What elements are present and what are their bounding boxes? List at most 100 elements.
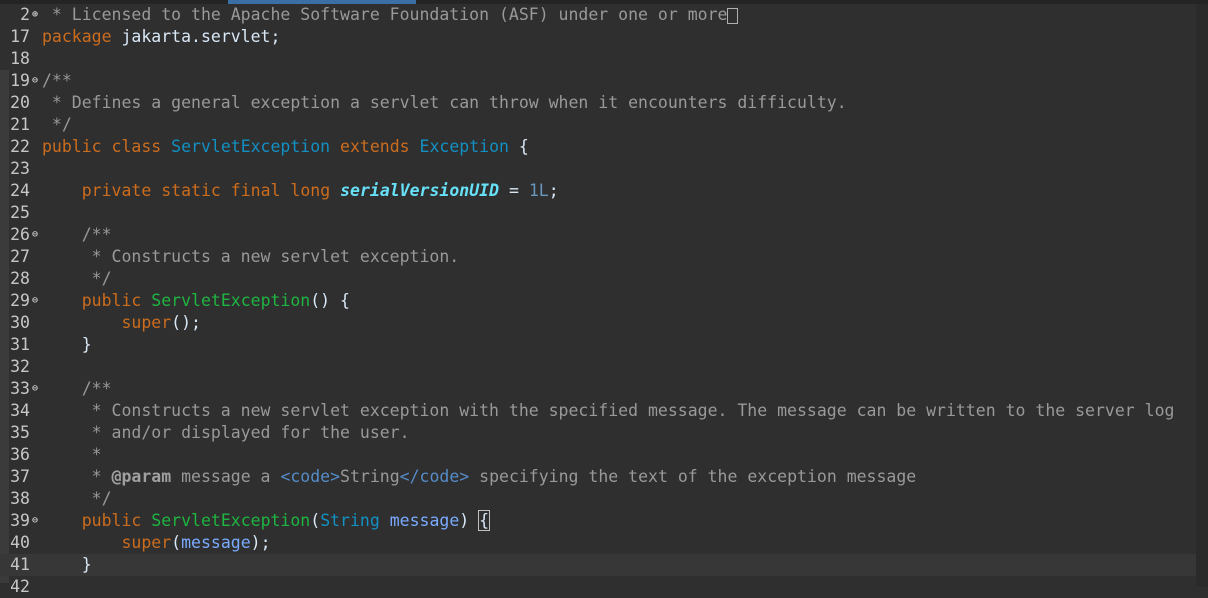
code-line[interactable]: 17 package jakarta.servlet;	[0, 26, 1196, 48]
code-token: public	[81, 291, 142, 310]
code-token: () {	[310, 291, 350, 310]
code-line[interactable]: 25	[0, 202, 1196, 224]
code-line[interactable]: 23	[0, 158, 1196, 180]
code-token: */	[42, 269, 112, 288]
code-token: * Defines a general exception a servlet …	[42, 93, 847, 112]
line-number: 35	[10, 423, 30, 442]
line-number: 41	[10, 555, 30, 574]
code-line[interactable]: 20 * Defines a general exception a servl…	[0, 92, 1196, 114]
code-line[interactable]: 19 ⊖/**	[0, 70, 1196, 92]
code-token: )	[459, 511, 480, 530]
code-line[interactable]: 18	[0, 48, 1196, 70]
code-token: }	[42, 555, 92, 574]
code-token: String	[320, 511, 380, 530]
code-text: public ServletException() {	[42, 290, 350, 312]
code-line[interactable]: 29 ⊖ public ServletException() {	[0, 290, 1196, 312]
code-token: String	[340, 467, 400, 486]
code-line[interactable]: 35 * and/or displayed for the user.	[0, 422, 1196, 444]
expand-fold-icon[interactable]: ⊕	[30, 4, 40, 26]
code-token: specifying the text of the exception mes…	[469, 467, 917, 486]
code-text: * and/or displayed for the user.	[42, 422, 410, 444]
code-line[interactable]: 2 ⊕ * Licensed to the Apache Software Fou…	[0, 4, 1196, 26]
line-number: 37	[10, 467, 30, 486]
code-token: jakarta.servlet;	[111, 27, 281, 46]
code-token: (	[171, 533, 182, 552]
code-line[interactable]: 26 ⊖ /**	[0, 224, 1196, 246]
code-line[interactable]: 40 super(message);	[0, 532, 1196, 554]
code-token: *	[42, 445, 102, 464]
code-text: /**	[42, 70, 72, 92]
line-number: 18	[10, 49, 30, 68]
code-line[interactable]: 36 *	[0, 444, 1196, 466]
code-token: ServletException	[151, 511, 311, 530]
code-text: }	[42, 334, 92, 356]
line-number: 39	[10, 511, 30, 530]
code-text: super(message);	[42, 532, 270, 554]
code-line[interactable]: 27 * Constructs a new servlet exception.	[0, 246, 1196, 268]
code-text: public class ServletException extends Ex…	[42, 136, 529, 158]
overview-ruler[interactable]	[1196, 4, 1208, 587]
line-number: 2	[20, 5, 30, 24]
collapse-fold-icon[interactable]: ⊖	[30, 224, 40, 246]
code-token: */	[42, 115, 72, 134]
line-number: 29	[10, 291, 30, 310]
code-line[interactable]: 37 * @param message a <code>String</code…	[0, 466, 1196, 488]
line-number: 23	[10, 159, 30, 178]
code-line[interactable]: 41 }	[0, 554, 1196, 576]
code-text: public ServletException(String message) …	[42, 510, 491, 532]
collapse-fold-icon[interactable]: ⊖	[30, 290, 40, 312]
code-line[interactable]: 38 */	[0, 488, 1196, 510]
code-text: *	[42, 444, 102, 466]
code-line[interactable]: 33 ⊖ /**	[0, 378, 1196, 400]
line-number: 22	[10, 137, 30, 156]
code-token: 1L	[528, 181, 549, 200]
code-token: <code>	[280, 467, 341, 486]
collapse-fold-icon[interactable]: ⊖	[30, 510, 40, 532]
code-token: @param	[111, 467, 172, 486]
code-token: ();	[171, 313, 201, 332]
code-token: final	[230, 181, 281, 200]
line-number: 30	[10, 313, 30, 332]
code-line[interactable]: 28 */	[0, 268, 1196, 290]
code-text: package jakarta.servlet;	[42, 26, 280, 48]
line-number: 38	[10, 489, 30, 508]
code-token: {	[508, 137, 529, 156]
code-text: /**	[42, 224, 112, 246]
collapse-fold-icon[interactable]: ⊖	[30, 378, 40, 400]
code-line[interactable]: 24 private static final long serialVersi…	[0, 180, 1196, 202]
code-token: message	[389, 511, 460, 530]
collapsed-region-marker[interactable]	[727, 7, 739, 24]
line-number: 24	[10, 181, 30, 200]
code-token: serialVersionUID	[340, 181, 500, 200]
code-line[interactable]: 22 public class ServletException extends …	[0, 136, 1196, 158]
collapse-fold-icon[interactable]: ⊖	[30, 70, 40, 92]
code-line[interactable]: 30 super();	[0, 312, 1196, 334]
code-token: extends	[340, 137, 410, 156]
code-line[interactable]: 39 ⊖ public ServletException(String messa…	[0, 510, 1196, 532]
code-token: private	[81, 181, 152, 200]
code-line[interactable]: 32	[0, 356, 1196, 378]
code-line[interactable]: 21 */	[0, 114, 1196, 136]
line-number: 27	[10, 247, 30, 266]
code-token: /**	[42, 71, 72, 90]
code-line[interactable]: 34 * Constructs a new servlet exception …	[0, 400, 1196, 422]
code-token: long	[290, 181, 331, 200]
code-token: super	[121, 313, 172, 332]
code-line[interactable]: 42	[0, 576, 1196, 598]
code-token: =	[499, 181, 529, 200]
code-text: */	[42, 488, 112, 510]
code-editor[interactable]: 2 ⊕ * Licensed to the Apache Software Fou…	[0, 4, 1208, 596]
code-token: ServletException	[151, 291, 311, 310]
code-line[interactable]: 31 }	[0, 334, 1196, 356]
code-token: super	[121, 533, 172, 552]
